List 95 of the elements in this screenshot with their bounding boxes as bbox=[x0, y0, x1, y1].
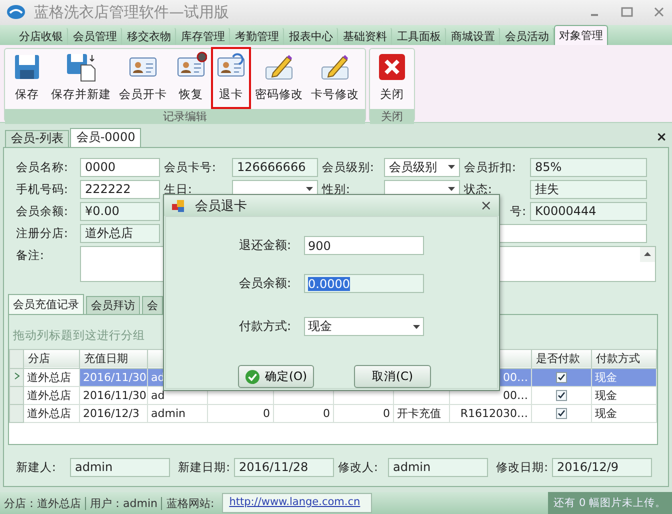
menu-tab[interactable]: 对象管理 bbox=[554, 24, 608, 45]
table-cell: 0 bbox=[334, 404, 394, 422]
text-field[interactable]: 0.0000 bbox=[304, 274, 424, 293]
group-label: 关闭 bbox=[370, 108, 414, 124]
checkbox[interactable] bbox=[556, 408, 567, 420]
field-label: 会员折扣: bbox=[464, 158, 517, 176]
field-label: 生日: bbox=[164, 180, 193, 198]
text-field[interactable]: 222222 bbox=[80, 180, 160, 199]
ribbon-button[interactable]: 卡号修改 bbox=[307, 46, 363, 109]
dialog-title: 会员退卡 bbox=[195, 198, 247, 214]
table-cell: 0 bbox=[274, 404, 334, 422]
field-label: 会员级别: bbox=[322, 158, 375, 176]
field-label: 备注: bbox=[16, 246, 45, 264]
dropdown-caret-icon bbox=[448, 187, 455, 192]
maximize-button[interactable] bbox=[620, 5, 634, 20]
row-indicator[interactable] bbox=[10, 368, 24, 386]
field-label: 会员名称: bbox=[16, 158, 69, 176]
field-label: 注册分店: bbox=[16, 224, 69, 242]
field-label: 付款方式: bbox=[239, 318, 292, 335]
table-cell: 0 bbox=[208, 404, 274, 422]
field-label: 会员余额: bbox=[239, 275, 292, 292]
column-header[interactable]: 充值日期 bbox=[80, 349, 148, 368]
field-label: 新建人: bbox=[16, 458, 57, 476]
sub-tab[interactable]: 会员拜访 bbox=[86, 296, 140, 314]
column-header[interactable]: 是否付款 bbox=[532, 349, 592, 368]
dropdown-caret-icon bbox=[306, 187, 313, 192]
document-tab[interactable]: 会员-列表 bbox=[5, 130, 70, 147]
text-field[interactable]: 道外总店 bbox=[80, 224, 160, 243]
table-cell: 道外总店 bbox=[24, 404, 80, 422]
checkmark-icon bbox=[245, 368, 260, 384]
group-hint: 拖动列标题到这进行分组 bbox=[12, 328, 146, 343]
checkbox[interactable] bbox=[556, 390, 567, 402]
table-cell: 2016/11/30 bbox=[80, 386, 148, 404]
field-label: 号: bbox=[510, 202, 527, 220]
document-tab[interactable]: 会员-0000 bbox=[70, 128, 142, 147]
column-header[interactable]: 付款方式 bbox=[592, 349, 656, 368]
text-field[interactable]: 126666666 bbox=[232, 158, 318, 177]
ribbon-button[interactable]: 会员开卡 bbox=[115, 46, 171, 109]
ribbon-button[interactable]: 恢复 bbox=[171, 46, 211, 109]
field-label: 修改日期: bbox=[495, 458, 549, 476]
field-label: 会员卡号: bbox=[164, 158, 217, 176]
text-field[interactable]: 2016/11/28 bbox=[234, 458, 334, 477]
ribbon-button[interactable]: 保存并新建 bbox=[47, 46, 115, 109]
checkbox[interactable] bbox=[556, 372, 567, 384]
sub-tab[interactable]: 会 bbox=[142, 296, 163, 314]
field-label: 性别: bbox=[322, 180, 351, 198]
app-logo-icon bbox=[6, 4, 26, 20]
row-pointer-icon bbox=[14, 372, 20, 380]
table-cell: 现金 bbox=[592, 368, 656, 386]
table-cell: admin bbox=[148, 404, 208, 422]
text-field[interactable]: K0000444 bbox=[530, 202, 647, 221]
table-cell: 开卡充值 bbox=[394, 404, 450, 422]
ribbon-button[interactable]: 保存 bbox=[7, 46, 47, 109]
scroll-up-icon[interactable] bbox=[640, 246, 655, 262]
table-cell: 道外总店 bbox=[24, 386, 80, 404]
text-field[interactable]: 85% bbox=[530, 158, 647, 177]
text-field[interactable]: 2016/12/9 bbox=[552, 458, 652, 477]
field-label: 修改人: bbox=[338, 458, 379, 476]
status-text: 蓝格网站: bbox=[165, 496, 216, 510]
column-header[interactable]: 分店 bbox=[24, 349, 80, 368]
text-field[interactable]: 900 bbox=[304, 236, 424, 255]
field-label: 退还金额: bbox=[239, 237, 292, 254]
text-field[interactable]: 0000 bbox=[80, 158, 160, 177]
table-cell: 2016/12/3 bbox=[80, 404, 148, 422]
ribbon-button[interactable]: 密码修改 bbox=[251, 46, 307, 109]
ok-button[interactable]: 确定(O) bbox=[238, 365, 314, 388]
group-label: 记录编辑 bbox=[5, 108, 365, 124]
table-cell: 现金 bbox=[592, 404, 656, 422]
ribbon-button[interactable]: 关闭 bbox=[372, 46, 412, 109]
close-icon[interactable] bbox=[652, 5, 666, 20]
sub-tab[interactable]: 会员充值记录 bbox=[8, 294, 84, 314]
dropdown-caret-icon bbox=[448, 165, 455, 170]
cancel-button[interactable]: 取消(C) bbox=[354, 365, 431, 388]
close-button[interactable]: × bbox=[656, 130, 667, 145]
field-label: 新建日期: bbox=[177, 458, 231, 476]
text-field[interactable]: admin bbox=[70, 458, 170, 477]
table-cell: 2016/11/30 bbox=[80, 368, 148, 386]
ribbon-button[interactable]: 退卡 bbox=[211, 46, 251, 109]
table-cell: 现金 bbox=[592, 386, 656, 404]
status-text: 用户：admin bbox=[86, 496, 162, 510]
dropdown-field[interactable]: 会员级别 bbox=[384, 158, 460, 177]
app-window-icon bbox=[171, 198, 185, 212]
website-link[interactable]: http://www.lange.com.cn bbox=[222, 493, 372, 513]
upload-status: 还有 0 幅图片未上传。 bbox=[548, 492, 672, 514]
text-field[interactable]: admin bbox=[388, 458, 488, 477]
dropdown-caret-icon bbox=[413, 324, 420, 328]
text-field[interactable]: 挂失 bbox=[530, 180, 647, 199]
window-title: 蓝格洗衣店管理软件—试用版 bbox=[34, 2, 230, 22]
field-label: 会员余额: bbox=[16, 202, 69, 220]
close-button[interactable]: × bbox=[480, 198, 492, 214]
text-field[interactable]: ¥0.00 bbox=[80, 202, 160, 221]
table-cell: R1612030… bbox=[450, 404, 532, 422]
dropdown-field[interactable]: 现金 bbox=[304, 317, 424, 336]
status-text: 分店：道外总店 bbox=[0, 496, 86, 510]
field-label: 手机号码: bbox=[16, 180, 69, 198]
